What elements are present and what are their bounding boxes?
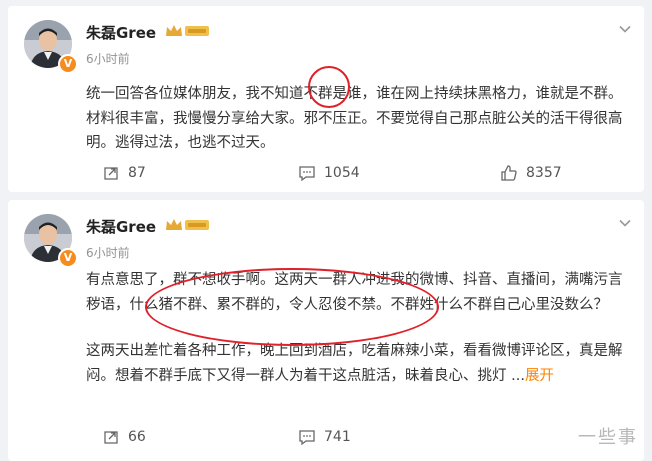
repost-count: 87: [128, 165, 146, 181]
post-header: V 朱磊Gree 6小时前: [22, 20, 622, 74]
chevron-down-icon[interactable]: [618, 216, 632, 230]
crown-icon: [166, 25, 209, 36]
repost-button[interactable]: 66: [102, 426, 146, 448]
post-text: 有点意思了，群不想收手啊。这两天一群人冲进我的微博、抖音、直播间，满嘴污言秽语，…: [86, 268, 631, 388]
paragraph-spacer: [86, 317, 631, 339]
repost-button[interactable]: 87: [102, 162, 146, 184]
comment-count: 741: [324, 429, 351, 445]
watermark: 一些事: [578, 427, 638, 448]
comment-count: 1054: [324, 165, 360, 181]
verified-badge: V: [58, 54, 78, 74]
crown-icon: [166, 219, 209, 230]
like-button[interactable]: 8357: [500, 162, 562, 184]
post-body: 统一回答各位媒体朋友，我不知道不群是谁，谁在网上持续抹黑格力，谁就是不群。材料很…: [86, 86, 623, 151]
repost-icon: [104, 431, 118, 444]
repost-icon: [104, 167, 118, 180]
comment-icon: [299, 166, 315, 182]
like-count: 8357: [526, 165, 562, 181]
expand-link[interactable]: 展开: [525, 368, 554, 384]
post-body-paragraph-1: 有点意思了，群不想收手啊。这两天一群人冲进我的微博、抖音、直播间，满嘴污言秽语，…: [86, 272, 623, 313]
comment-button[interactable]: 1054: [298, 162, 360, 184]
post-time[interactable]: 6小时前: [86, 50, 130, 67]
verified-badge: V: [58, 248, 78, 268]
post-actions: 66 741: [8, 426, 644, 448]
username[interactable]: 朱磊Gree: [86, 22, 156, 43]
username[interactable]: 朱磊Gree: [86, 216, 156, 237]
like-icon: [501, 165, 517, 181]
comment-button[interactable]: 741: [298, 426, 351, 448]
repost-count: 66: [128, 429, 146, 445]
weibo-post-card: V 朱磊Gree 6小时前 统一回答各位媒体朋友，我不知道不群是谁，谁在网上持续…: [8, 6, 644, 192]
post-text: 统一回答各位媒体朋友，我不知道不群是谁，谁在网上持续抹黑格力，谁就是不群。材料很…: [86, 82, 626, 156]
weibo-post-card: V 朱磊Gree 6小时前 有点意思了，群不想收手啊。这两天一群人冲进我的微博、…: [8, 200, 644, 461]
chevron-down-icon[interactable]: [618, 22, 632, 36]
post-time[interactable]: 6小时前: [86, 244, 130, 261]
post-actions: 87 1054 8357: [8, 162, 644, 184]
post-body-paragraph-2: 这两天出差忙着各种工作，晚上回到酒店，吃着麻辣小菜，看看微博评论区，真是解闷。想…: [86, 339, 631, 388]
comment-icon: [299, 430, 315, 446]
post-header: V 朱磊Gree 6小时前: [22, 214, 622, 268]
